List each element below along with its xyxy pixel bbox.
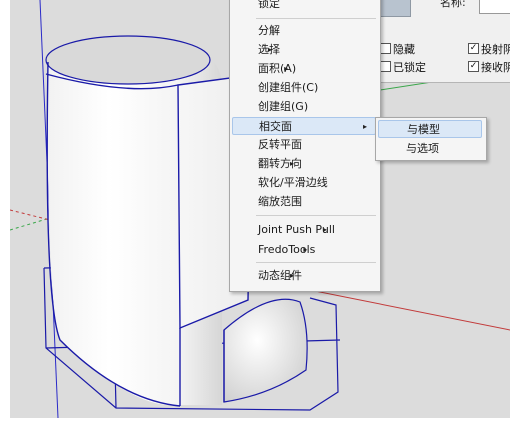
- hidden-label: 隐藏: [393, 43, 415, 56]
- menu-item-flip-along[interactable]: 翻转方向 ▸: [230, 155, 302, 173]
- menu-label: 创建组(G): [258, 100, 309, 113]
- menu-label: 翻转方向: [258, 157, 302, 170]
- menu-label: 创建组件(C): [258, 81, 319, 94]
- submenu-arrow-icon: ▸: [322, 225, 327, 234]
- submenu-item-with-model[interactable]: 与模型: [378, 120, 482, 138]
- check-icon: ✓: [469, 43, 478, 53]
- hidden-checkbox[interactable]: [380, 43, 391, 54]
- locked-label: 已锁定: [393, 61, 426, 74]
- submenu-arrow-icon: ▸: [362, 122, 367, 131]
- submenu-arrow-icon: ▸: [289, 271, 294, 280]
- menu-label: 动态组件: [258, 269, 302, 282]
- name-input[interactable]: [479, 0, 510, 14]
- menu-item-intersect-faces[interactable]: 相交面 ▸: [232, 117, 376, 135]
- receive-shadow-checkbox[interactable]: ✓: [468, 61, 479, 72]
- sketchup-window: 名称: 隐藏 已锁定 ✓ 投射阴 ✓ 接收阴 锁定 分解 选择 ▸ 面积(A) ▸ …: [0, 0, 510, 424]
- submenu-arrow-icon: ▸: [303, 245, 308, 254]
- menu-item-zoom-extents[interactable]: 缩放范围: [230, 193, 302, 211]
- menu-item-area[interactable]: 面积(A) ▸: [230, 60, 296, 78]
- receive-shadow-label: 接收阴: [481, 61, 510, 74]
- menu-item-reverse-faces[interactable]: 反转平面: [230, 136, 302, 154]
- check-icon: ✓: [469, 61, 478, 71]
- menu-item-explode[interactable]: 分解: [230, 22, 280, 40]
- menu-item-joint-push-pull[interactable]: Joint Push Pull ▸: [230, 221, 335, 239]
- menu-item-lock[interactable]: 锁定: [230, 0, 280, 13]
- menu-label: 反转平面: [258, 138, 302, 151]
- menu-item-make-group[interactable]: 创建组(G): [230, 98, 308, 116]
- menu-item-fredotools[interactable]: FredoTools ▸: [230, 241, 315, 259]
- menu-separator: [256, 18, 376, 19]
- submenu-arrow-icon: ▸: [284, 64, 289, 73]
- menu-item-dynamic-components[interactable]: 动态组件 ▸: [230, 267, 302, 285]
- red-axis: [309, 289, 510, 331]
- submenu-arrow-icon: ▸: [289, 159, 294, 168]
- menu-label: 分解: [258, 24, 280, 37]
- locked-checkbox[interactable]: [380, 61, 391, 72]
- menu-label: 软化/平滑边线: [258, 176, 328, 189]
- menu-item-select[interactable]: 选择 ▸: [230, 41, 280, 59]
- red-axis-dashed: [10, 209, 51, 221]
- menu-item-make-component[interactable]: 创建组件(C): [230, 79, 318, 97]
- cast-shadow-checkbox[interactable]: ✓: [468, 43, 479, 54]
- submenu-arrow-icon: ▸: [267, 45, 272, 54]
- menu-label: 相交面: [259, 120, 292, 133]
- menu-item-soften-edges[interactable]: 软化/平滑边线: [230, 174, 328, 192]
- name-label: 名称:: [440, 0, 466, 9]
- menu-label: 与选项: [406, 142, 439, 155]
- menu-separator: [256, 215, 376, 216]
- submenu-item-with-selection[interactable]: 与选项: [376, 140, 484, 158]
- dome-surface: [223, 298, 308, 403]
- entity-info-panel: 名称: 隐藏 已锁定 ✓ 投射阴 ✓ 接收阴: [379, 0, 510, 83]
- component-thumbnail: [380, 0, 411, 17]
- intersect-submenu: 与模型 与选项: [375, 117, 487, 161]
- cast-shadow-label: 投射阴: [481, 43, 510, 56]
- menu-label: 与模型: [407, 123, 440, 136]
- context-menu: 锁定 分解 选择 ▸ 面积(A) ▸ 创建组件(C) 创建组(G) 相交面 ▸ 反转平…: [229, 0, 381, 292]
- cylinder-top-face: [45, 35, 211, 85]
- menu-label: 缩放范围: [258, 195, 302, 208]
- menu-separator: [256, 262, 376, 263]
- menu-label: 面积(A): [258, 62, 297, 75]
